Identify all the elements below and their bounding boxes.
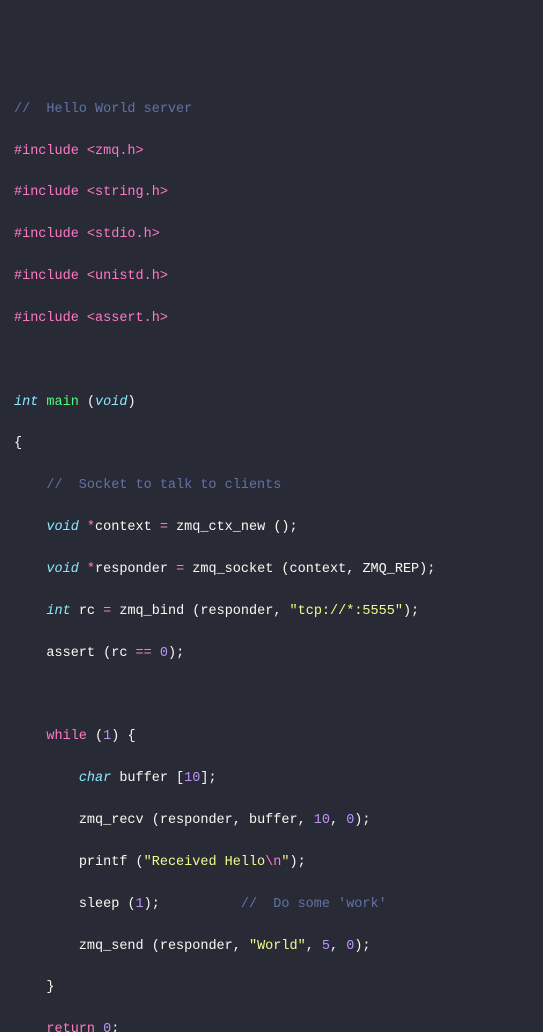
code-line-include: #include <unistd.h> [14,267,529,288]
code-line-include: #include <string.h> [14,183,529,204]
op: == [136,646,152,661]
num: 0 [346,813,354,828]
code-line-call: zmq_send (responder, "World", 5, 0); [14,937,529,958]
call-fn: zmq_recv [79,813,144,828]
header: <unistd.h> [87,269,168,284]
escape: \n [265,855,281,870]
num: 0 [160,646,168,661]
num: 1 [136,897,144,912]
type: void [46,562,78,577]
string-literal: "World" [249,939,306,954]
star: * [87,562,95,577]
header: <string.h> [87,185,168,200]
eq: = [160,520,168,535]
call-fn: sleep [79,897,120,912]
comment-text: // Do some 'work' [241,897,387,912]
string-literal: "Received Hello [144,855,266,870]
arg: responder [160,939,233,954]
num: 1 [103,729,111,744]
comment-text: // Hello World server [14,102,192,117]
type: int [46,604,70,619]
header: <assert.h> [87,311,168,326]
call-fn: zmq_socket [192,562,273,577]
code-line-include: #include <stdio.h> [14,225,529,246]
call-fn: zmq_bind [119,604,184,619]
star: * [87,520,95,535]
arg: responder [200,604,273,619]
code-line-decl: int rc = zmq_bind (responder, "tcp://*:5… [14,602,529,623]
directive: #include [14,185,79,200]
eq: = [176,562,184,577]
header: <stdio.h> [87,227,160,242]
directive: #include [14,144,79,159]
code-line-blank [14,351,529,372]
num: 0 [103,1022,111,1032]
num: 10 [184,771,200,786]
var-name: context [95,520,152,535]
code-line-decl: void *responder = zmq_socket (context, Z… [14,560,529,581]
code-line-return: return 0; [14,1020,529,1032]
code-line-blank [14,686,529,707]
directive: #include [14,227,79,242]
code-line-comment: // Hello World server [14,100,529,121]
type: char [79,771,111,786]
arg: context [290,562,347,577]
code-line-include: #include <assert.h> [14,309,529,330]
directive: #include [14,269,79,284]
code-line-main-sig: int main (void) [14,393,529,414]
code-line-comment: // Socket to talk to clients [14,476,529,497]
code-line-assert: assert (rc == 0); [14,644,529,665]
string-literal: " [281,855,289,870]
num: 10 [314,813,330,828]
call-fn: zmq_ctx_new [176,520,265,535]
call-fn: assert [46,646,95,661]
code-line-include: #include <zmq.h> [14,142,529,163]
header: <zmq.h> [87,144,144,159]
var: rc [111,646,127,661]
arg: ZMQ_REP [362,562,419,577]
keyword: return [46,1022,95,1032]
eq: = [103,604,111,619]
code-line-brace: { [14,434,529,455]
code-line-while: while (1) { [14,727,529,748]
call-fn: printf [79,855,128,870]
type: void [46,520,78,535]
code-line-call: sleep (1); // Do some 'work' [14,895,529,916]
code-line-decl: char buffer [10]; [14,769,529,790]
directive: #include [14,311,79,326]
call-fn: zmq_send [79,939,144,954]
code-line-call: zmq_recv (responder, buffer, 10, 0); [14,811,529,832]
num: 0 [346,939,354,954]
var-name: buffer [119,771,168,786]
param-type: void [95,395,127,410]
arg: buffer [249,813,298,828]
string-literal: "tcp://*:5555" [290,604,403,619]
type: int [14,395,38,410]
fn-name: main [46,395,78,410]
comment-text: // Socket to talk to clients [46,478,281,493]
code-line-call: printf ("Received Hello\n"); [14,853,529,874]
var-name: rc [79,604,95,619]
var-name: responder [95,562,168,577]
code-line-decl: void *context = zmq_ctx_new (); [14,518,529,539]
arg: responder [160,813,233,828]
keyword: while [46,729,87,744]
num: 5 [322,939,330,954]
code-line-brace: } [14,978,529,999]
